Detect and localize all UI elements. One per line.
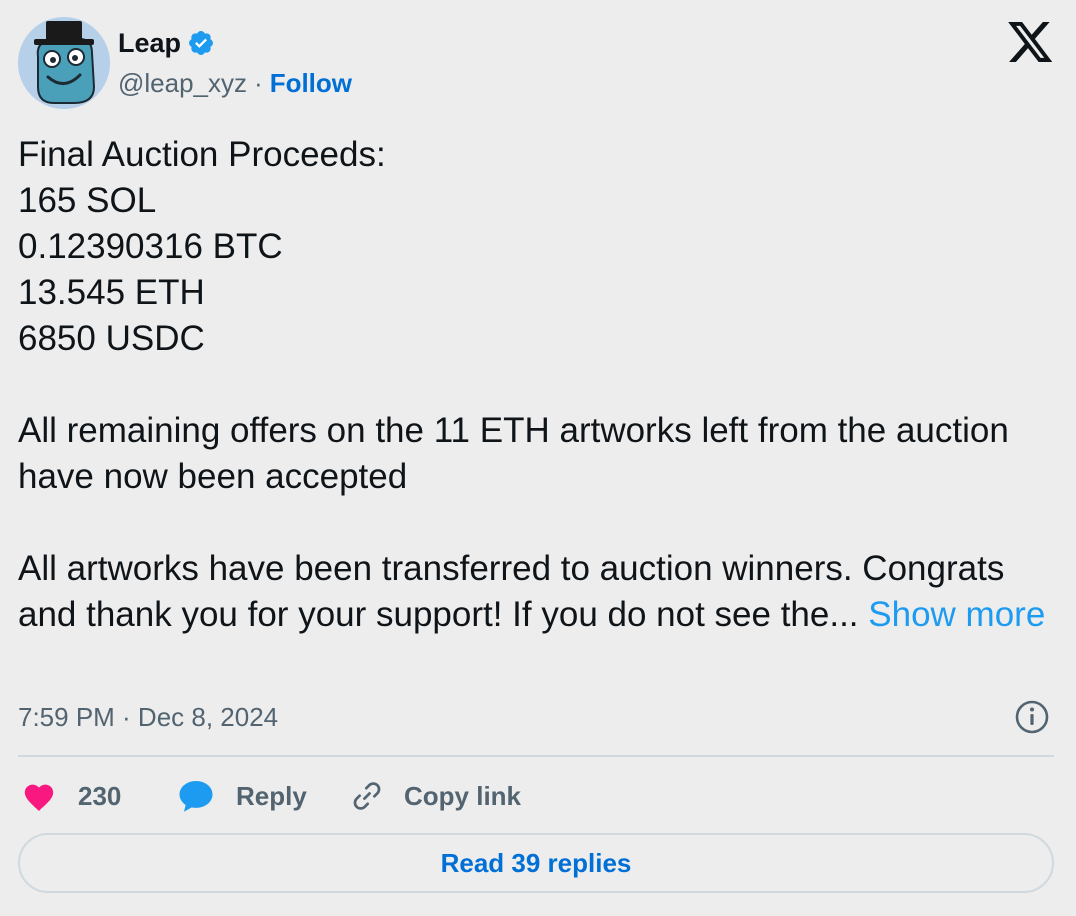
reply-button[interactable]: Reply [178,770,307,822]
handle-row: @leap_xyz · Follow [118,67,352,99]
author-handle[interactable]: @leap_xyz [118,67,247,99]
avatar-image [18,17,110,109]
copy-link-label: Copy link [404,780,522,811]
like-count: 230 [78,780,122,811]
like-button[interactable]: 230 [22,770,121,822]
tweet-paragraph: All remaining offers on the 11 ETH artwo… [18,411,1009,496]
reply-label: Reply [236,780,307,811]
tweet-line: Final Auction Proceeds: [18,135,386,174]
tweet-line: 165 SOL [18,181,157,220]
x-logo-icon[interactable] [1008,22,1054,62]
tweet-timestamp[interactable]: 7:59 PM · Dec 8, 2024 [18,700,278,734]
action-bar: 230 Reply Copy link [18,770,1054,822]
tweet-embed-card: Leap @leap_xyz · Follow Final Auction Pr… [0,0,1076,916]
info-icon[interactable] [1014,699,1050,735]
show-more-link[interactable]: Show more [868,595,1045,634]
tweet-text: Final Auction Proceeds: 165 SOL 0.123903… [18,132,1058,638]
heart-icon [24,784,54,812]
author-name[interactable]: Leap [118,26,181,60]
follow-button[interactable]: Follow [270,67,352,99]
divider [18,755,1054,757]
tweet-paragraph-text: All artworks have been transferred to au… [18,549,1005,634]
separator-dot: · [254,68,263,98]
author-avatar[interactable] [18,17,110,109]
copy-link-button[interactable]: Copy link [350,770,521,822]
tweet-line: 6850 USDC [18,319,205,358]
author-name-row[interactable]: Leap [118,26,215,60]
read-replies-button[interactable]: Read 39 replies [18,833,1054,893]
reply-bubble-icon [179,781,213,812]
tweet-line: 13.545 ETH [18,273,205,312]
read-replies-label: Read 39 replies [440,847,632,878]
tweet-line: 0.12390316 BTC [18,227,283,266]
verified-badge-icon [189,31,213,55]
link-icon [353,782,381,810]
tweet-paragraph-truncated: All artworks have been transferred to au… [18,546,1058,638]
